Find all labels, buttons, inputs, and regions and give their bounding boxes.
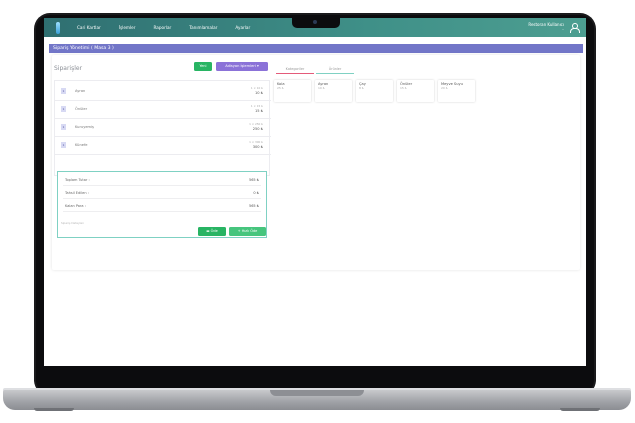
pay-label: Öde bbox=[210, 229, 218, 233]
nav-item-tanimlamalar[interactable]: Tanımlamalar bbox=[189, 25, 217, 30]
summary-label: Kalan Para : bbox=[65, 204, 86, 208]
orders-title: Siparişler bbox=[54, 65, 83, 72]
product-price: 8 ₺ bbox=[359, 86, 364, 90]
laptop-foot-left bbox=[34, 408, 74, 411]
camera-lens bbox=[313, 20, 317, 24]
product-card[interactable]: Çay 8 ₺ bbox=[356, 80, 393, 102]
summary-label: Toplam Tutar : bbox=[65, 178, 90, 182]
user-icon[interactable] bbox=[570, 22, 580, 33]
order-item-total: 250 ₺ bbox=[252, 127, 263, 131]
order-row[interactable]: 1 Kuruyemiş 1 × 250 ₺ 250 ₺ bbox=[55, 119, 271, 137]
order-qty-badge: 1 bbox=[61, 88, 66, 94]
order-item-unit: 1 × 10 ₺ bbox=[250, 86, 263, 90]
summary-label: Tahsil Edilen : bbox=[65, 191, 89, 195]
order-item-total: 10 ₺ bbox=[254, 91, 263, 95]
order-item-price: 1 × 10 ₺ 10 ₺ bbox=[251, 86, 263, 95]
order-summary: Toplam Tutar : 565 ₺ Tahsil Edilen : 0 ₺… bbox=[57, 171, 267, 238]
order-item-price: 1 × 250 ₺ 250 ₺ bbox=[249, 122, 263, 131]
main-nav: Cari Kartlar İşlemler Raporlar Tanımlama… bbox=[77, 25, 268, 30]
user-info: Restoran Kullanıcı -- bbox=[528, 22, 564, 32]
laptop-chin bbox=[44, 366, 586, 388]
table-operations-button[interactable]: Adisyon İşlemleri ▾ bbox=[216, 62, 268, 71]
pay-button[interactable]: ▬ Öde bbox=[198, 227, 226, 236]
summary-value: 565 ₺ bbox=[248, 204, 259, 208]
page-title: Sipariş Yönetimi ( Masa 3 ) bbox=[49, 44, 583, 53]
screen: Cari Kartlar İşlemler Raporlar Tanımlama… bbox=[44, 18, 586, 366]
logo-icon[interactable] bbox=[53, 21, 63, 34]
summary-value: 0 ₺ bbox=[253, 191, 259, 195]
order-item-price: 1 × 300 ₺ 300 ₺ bbox=[249, 140, 263, 149]
user-menu[interactable]: Restoran Kullanıcı -- bbox=[528, 22, 580, 33]
nav-item-raporlar[interactable]: Raporlar bbox=[153, 25, 171, 30]
order-item-name: Kuruyemiş bbox=[75, 125, 94, 129]
product-card[interactable]: Önüler 15 ₺ bbox=[397, 80, 434, 102]
order-row[interactable]: 1 Önüler 1 × 15 ₺ 15 ₺ bbox=[55, 101, 271, 119]
product-price: 15 ₺ bbox=[400, 86, 407, 90]
product-card[interactable]: Kola 25 ₺ bbox=[274, 80, 311, 102]
summary-row-remaining: Kalan Para : 565 ₺ bbox=[63, 200, 261, 212]
summary-value: 565 ₺ bbox=[248, 178, 259, 182]
user-role: -- bbox=[561, 27, 564, 31]
laptop-foot-right bbox=[560, 408, 600, 411]
product-card[interactable]: Meyve Suyu 20 ₺ bbox=[438, 80, 475, 102]
quick-pay-button[interactable]: + Hızlı Öde bbox=[229, 227, 266, 236]
tab-categories[interactable]: Kategoriler bbox=[276, 64, 314, 74]
order-details-note: Sipariş Detayları bbox=[61, 221, 85, 225]
order-item-unit: 1 × 250 ₺ bbox=[249, 122, 263, 126]
order-item-name: Künefe bbox=[75, 143, 88, 147]
product-price: 20 ₺ bbox=[441, 86, 448, 90]
order-qty-badge: 1 bbox=[61, 106, 66, 112]
summary-row-total: Toplam Tutar : 565 ₺ bbox=[63, 174, 261, 186]
quick-pay-label: Hızlı Öde bbox=[241, 229, 258, 233]
nav-item-cari-kartlar[interactable]: Cari Kartlar bbox=[77, 25, 101, 30]
new-order-button[interactable]: Yeni bbox=[194, 62, 212, 71]
order-item-name: Önüler bbox=[75, 107, 88, 111]
product-card[interactable]: Ayran 10 ₺ bbox=[315, 80, 352, 102]
product-price: 10 ₺ bbox=[318, 86, 325, 90]
order-qty-badge: 1 bbox=[61, 142, 66, 148]
stage: Cari Kartlar İşlemler Raporlar Tanımlama… bbox=[0, 0, 635, 423]
nav-item-islemler[interactable]: İşlemler bbox=[119, 25, 136, 30]
tab-products[interactable]: Ürünler bbox=[316, 64, 354, 74]
order-qty-badge: 1 bbox=[61, 124, 66, 130]
product-price: 25 ₺ bbox=[277, 86, 284, 90]
product-tabs: Kategoriler Ürünler bbox=[276, 64, 354, 74]
order-item-total: 300 ₺ bbox=[252, 145, 263, 149]
order-row[interactable]: 1 Künefe 1 × 300 ₺ 300 ₺ bbox=[55, 137, 271, 155]
order-item-total: 15 ₺ bbox=[254, 109, 263, 113]
order-item-unit: 1 × 15 ₺ bbox=[250, 104, 263, 108]
order-item-name: Ayran bbox=[75, 89, 86, 93]
summary-row-collected: Tahsil Edilen : 0 ₺ bbox=[63, 187, 261, 199]
order-row[interactable]: 1 Ayran 1 × 10 ₺ 10 ₺ bbox=[55, 83, 271, 101]
nav-item-ayarlar[interactable]: Ayarlar bbox=[235, 25, 250, 30]
order-list: 1 Ayran 1 × 10 ₺ 10 ₺ 1 Önüler 1 × 15 ₺ … bbox=[54, 80, 271, 176]
order-item-price: 1 × 15 ₺ 15 ₺ bbox=[251, 104, 263, 113]
laptop-groove bbox=[270, 390, 364, 396]
order-item-unit: 1 × 300 ₺ bbox=[249, 140, 263, 144]
